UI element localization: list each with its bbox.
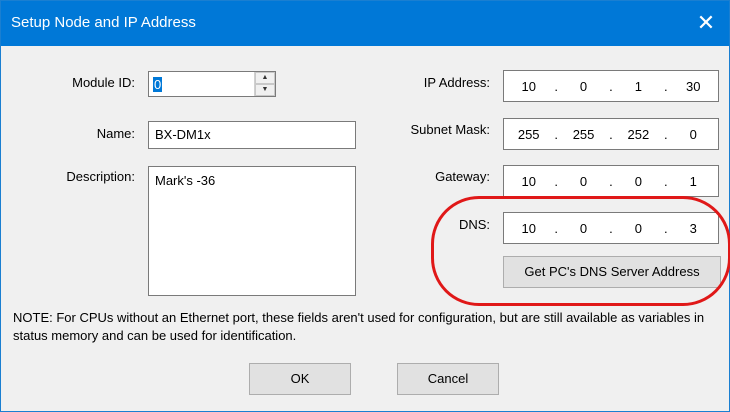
ip-dot: . [664,126,668,142]
ip-octet-3[interactable]: 1 [624,79,652,94]
mask-octet-3[interactable]: 252 [624,127,652,142]
module-id-spinner[interactable]: 0 ▲ ▼ [148,71,276,97]
ip-address-label: IP Address: [423,75,490,90]
gateway-octet-4[interactable]: 1 [679,174,707,189]
dns-octet-3[interactable]: 0 [624,221,652,236]
ip-dot: . [554,126,558,142]
close-icon[interactable]: ✕ [683,1,729,46]
dns-label: DNS: [458,217,490,232]
description-field[interactable]: Mark's -36 [148,166,356,296]
name-value: BX-DM1x [155,127,211,142]
description-value: Mark's -36 [155,173,216,188]
ip-dot: . [609,78,613,94]
ok-button[interactable]: OK [249,363,351,395]
name-label: Name: [96,126,135,141]
window-title: Setup Node and IP Address [11,14,196,31]
dns-octet-2[interactable]: 0 [570,221,598,236]
subnet-mask-label: Subnet Mask: [410,122,491,137]
ip-octet-4[interactable]: 30 [679,79,707,94]
dns-octet-4[interactable]: 3 [679,221,707,236]
ip-octet-2[interactable]: 0 [570,79,598,94]
ip-dot: . [554,220,558,236]
module-id-label: Module ID: [72,75,135,90]
mask-octet-4[interactable]: 0 [679,127,707,142]
name-field[interactable]: BX-DM1x [148,121,356,149]
dns-field[interactable]: 10. 0. 0. 3 [503,212,719,244]
dns-octet-1[interactable]: 10 [515,221,543,236]
ip-dot: . [609,126,613,142]
ip-dot: . [664,173,668,189]
ip-dot: . [554,78,558,94]
ip-address-field[interactable]: 10. 0. 1. 30 [503,70,719,102]
gateway-label: Gateway: [435,169,490,184]
spinner-buttons[interactable]: ▲ ▼ [254,72,275,96]
gateway-octet-1[interactable]: 10 [515,174,543,189]
note-text: NOTE: For CPUs without an Ethernet port,… [13,310,705,343]
get-dns-button[interactable]: Get PC's DNS Server Address [503,256,721,288]
gateway-field[interactable]: 10. 0. 0. 1 [503,165,719,197]
ip-octet-1[interactable]: 10 [515,79,543,94]
title-bar[interactable]: Setup Node and IP Address ✕ [1,1,729,46]
description-label: Description: [66,169,135,184]
module-id-value: 0 [153,77,163,92]
cancel-button[interactable]: Cancel [397,363,499,395]
subnet-mask-field[interactable]: 255. 255. 252. 0 [503,118,719,150]
setup-dialog: Setup Node and IP Address ✕ Module ID: 0… [0,0,730,412]
spin-up-icon[interactable]: ▲ [255,72,275,84]
mask-octet-1[interactable]: 255 [515,127,543,142]
mask-octet-2[interactable]: 255 [570,127,598,142]
gateway-octet-3[interactable]: 0 [624,174,652,189]
ip-dot: . [664,78,668,94]
gateway-octet-2[interactable]: 0 [570,174,598,189]
ip-dot: . [554,173,558,189]
ip-dot: . [609,173,613,189]
ip-dot: . [664,220,668,236]
spin-down-icon[interactable]: ▼ [255,84,275,96]
ip-dot: . [609,220,613,236]
